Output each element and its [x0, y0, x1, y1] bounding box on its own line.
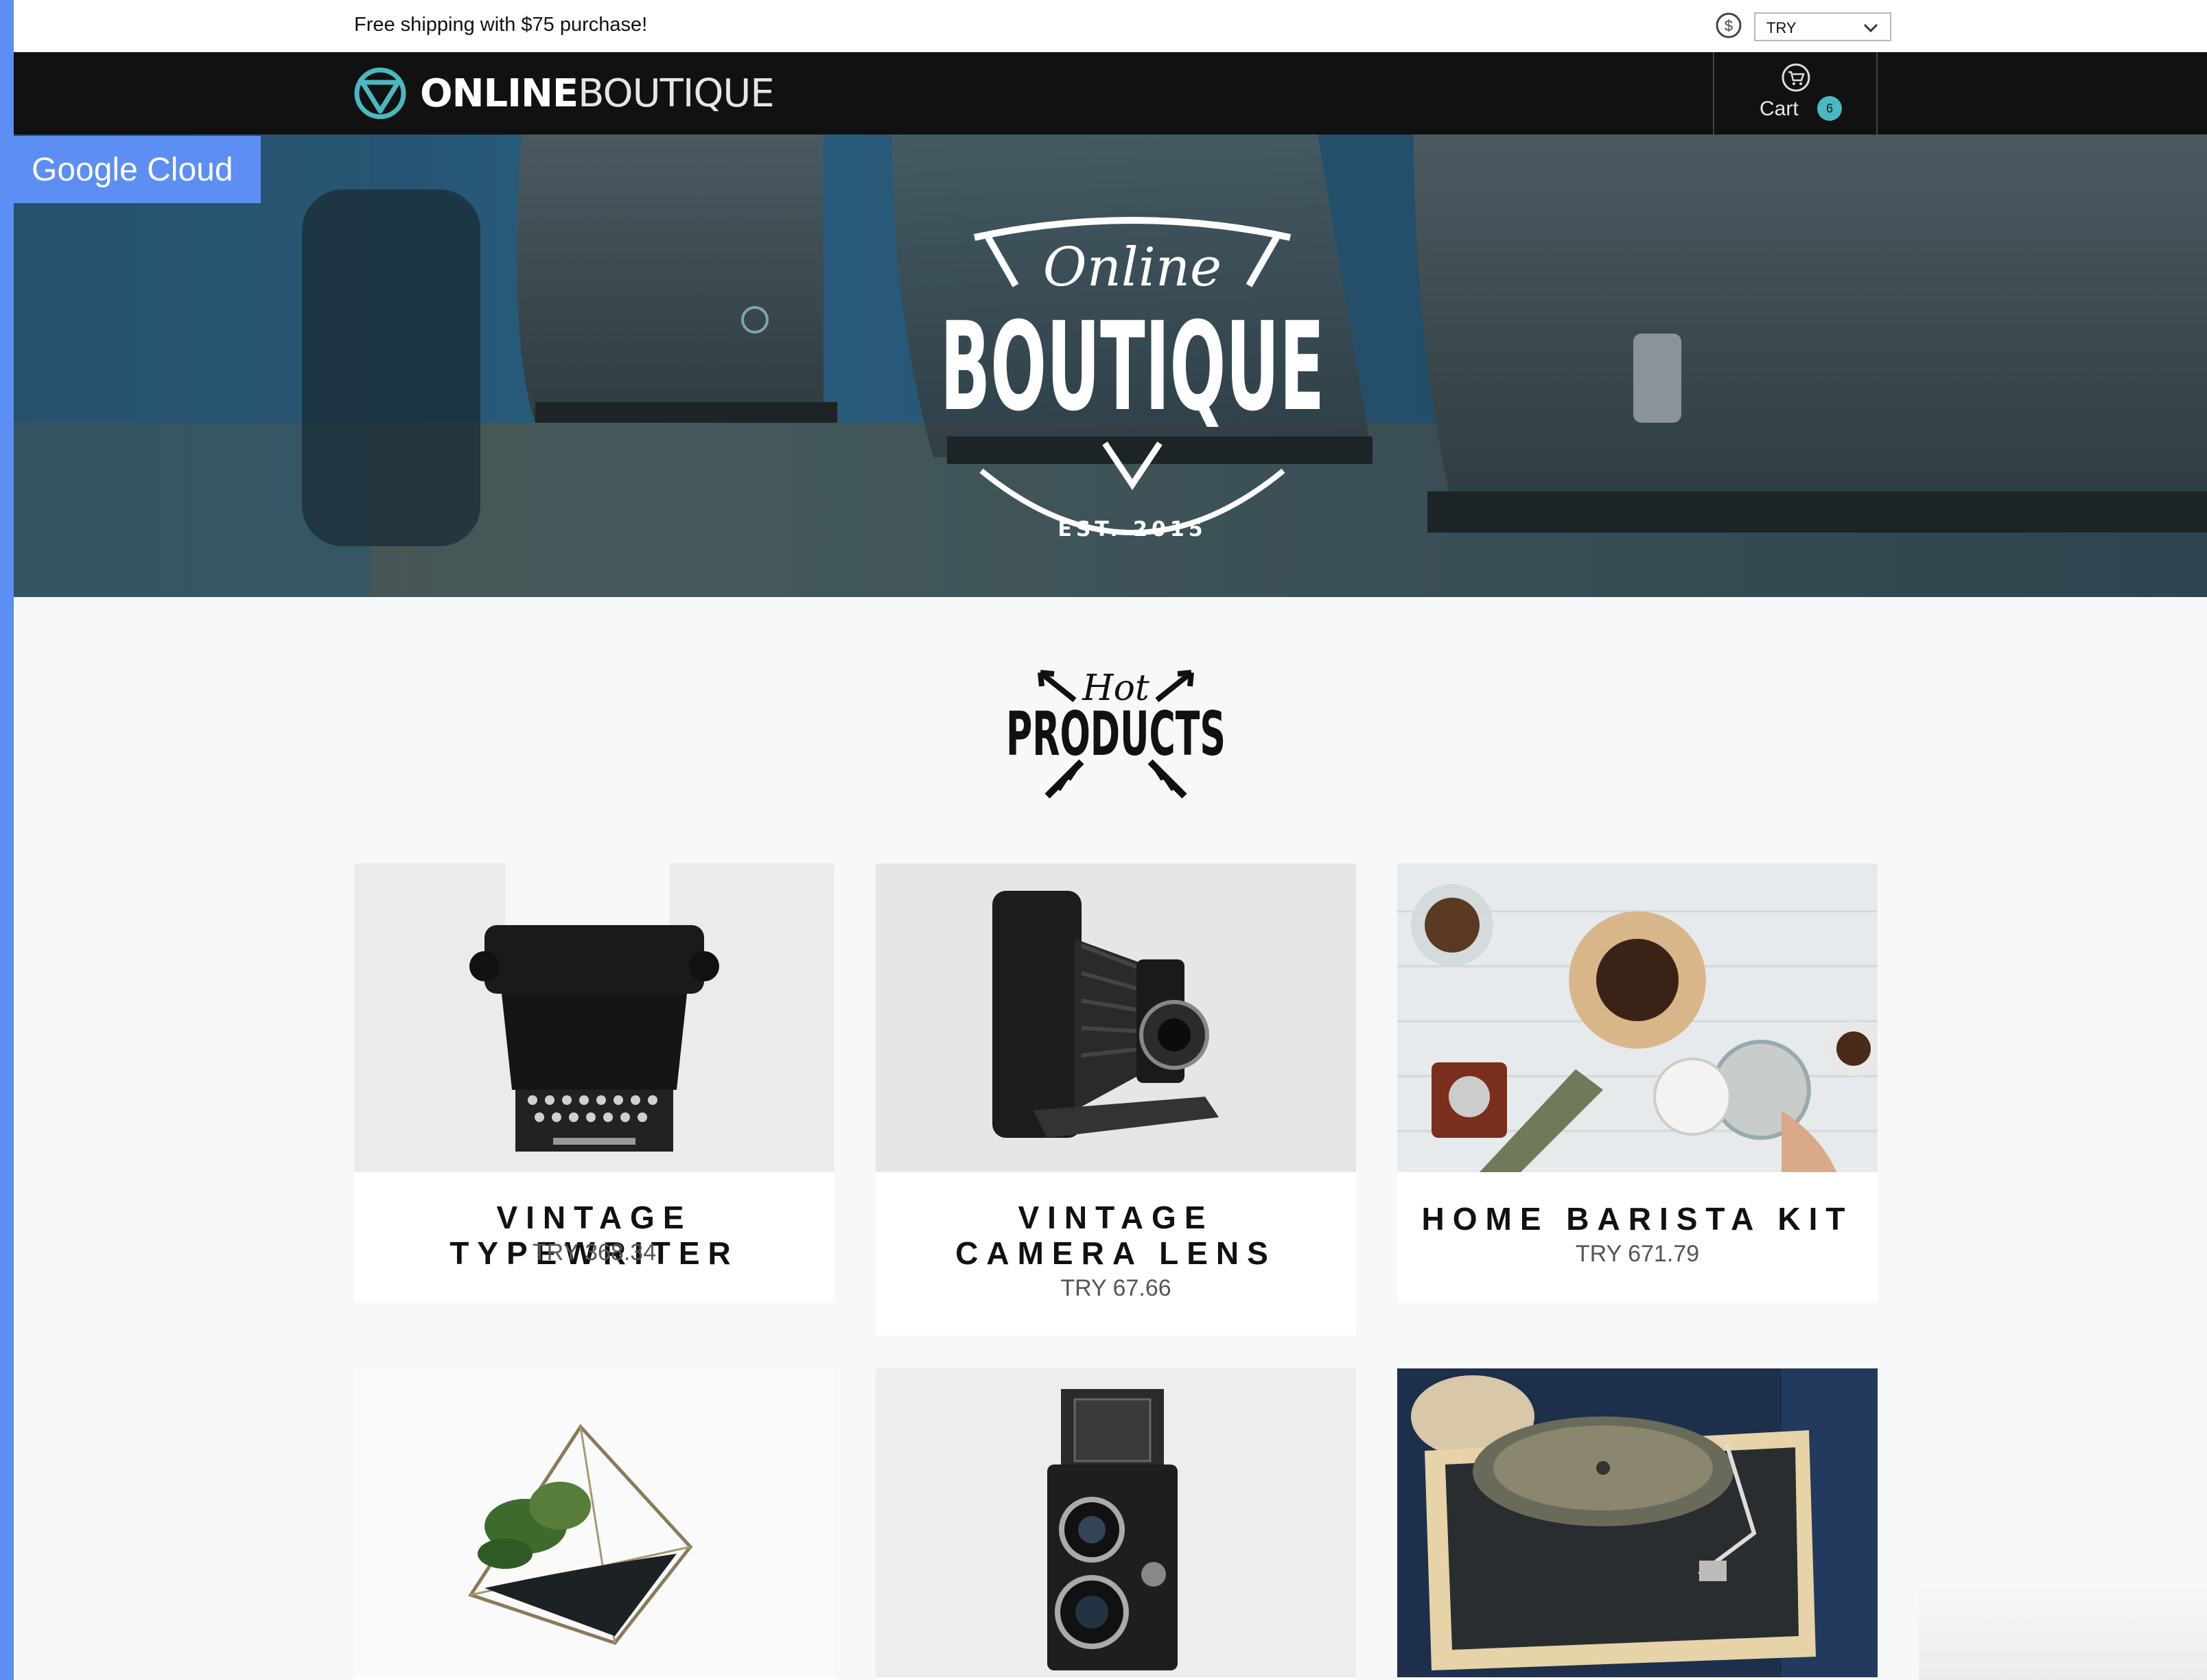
product-image[interactable] — [1397, 1368, 1878, 1677]
hero-est: EST. 2015 — [1058, 517, 1206, 541]
bottom-right-shadow — [1919, 1578, 2207, 1680]
product-image[interactable] — [876, 863, 1356, 1172]
product-name[interactable]: HOME BARISTA KIT — [1397, 1201, 1878, 1237]
hero-line1: Online — [1043, 237, 1222, 299]
hero-banner: Online BOUTIQUE EST. 2015 — [14, 135, 2207, 597]
cart-icon — [1782, 63, 1810, 92]
product-card[interactable] — [1397, 1368, 1878, 1680]
currency-value: TRY — [1766, 19, 1797, 36]
logo-thin-text: BOUTIQUE — [578, 71, 775, 116]
product-price: TRY 671.79 — [1575, 1241, 1700, 1267]
arrow-icon — [1155, 670, 1194, 703]
currency-select[interactable]: TRY — [1754, 12, 1891, 41]
product-price: TRY 368.34 — [532, 1239, 657, 1265]
logo-mark-icon[interactable] — [353, 66, 408, 121]
cart-count-badge: 6 — [1817, 96, 1842, 121]
hot-products-heading: Hot PRODUCTS — [1006, 668, 1226, 799]
svg-text:$: $ — [1725, 17, 1733, 34]
logo-bold-text: ONLINE — [420, 71, 579, 116]
product-card[interactable]: VINTAGE TYPEWRITER TRY 368.34 — [354, 863, 834, 1301]
product-image[interactable] — [354, 863, 834, 1172]
arrow-icon — [1038, 670, 1077, 703]
product-image[interactable] — [354, 1368, 834, 1677]
promo-text: Free shipping with $75 purchase! — [354, 14, 648, 36]
dollar-circle-icon: $ — [1716, 12, 1742, 38]
product-image[interactable] — [1397, 863, 1878, 1172]
product-card[interactable] — [876, 1368, 1356, 1680]
products-text: PRODUCTS — [1006, 699, 1226, 769]
cart-button[interactable]: Cart 6 — [1713, 52, 1878, 135]
hero-boutique-logo: Online BOUTIQUE EST. 2015 — [940, 217, 1324, 541]
product-name[interactable]: VINTAGE CAMERA LENS — [876, 1200, 1356, 1271]
product-card[interactable]: VINTAGE CAMERA LENS TRY 67.66 — [876, 863, 1356, 1335]
product-image[interactable] — [876, 1368, 1356, 1677]
product-card[interactable]: HOME BARISTA KIT TRY 671.79 — [1397, 863, 1878, 1303]
hero-line2: BOUTIQUE — [940, 296, 1324, 438]
top-strip: Free shipping with $75 purchase! $ TRY — [14, 0, 2207, 52]
chevron-down-icon — [1863, 23, 1878, 33]
google-cloud-tab[interactable]: Google Cloud — [14, 136, 261, 203]
cart-label: Cart — [1760, 97, 1799, 120]
product-price: TRY 67.66 — [1060, 1275, 1171, 1301]
product-card[interactable] — [354, 1368, 834, 1680]
logo-wordmark[interactable]: ONLINEBOUTIQUE — [420, 71, 775, 116]
left-accent-bar — [0, 0, 14, 1680]
site-header: ONLINEBOUTIQUE Cart 6 — [14, 52, 2207, 135]
